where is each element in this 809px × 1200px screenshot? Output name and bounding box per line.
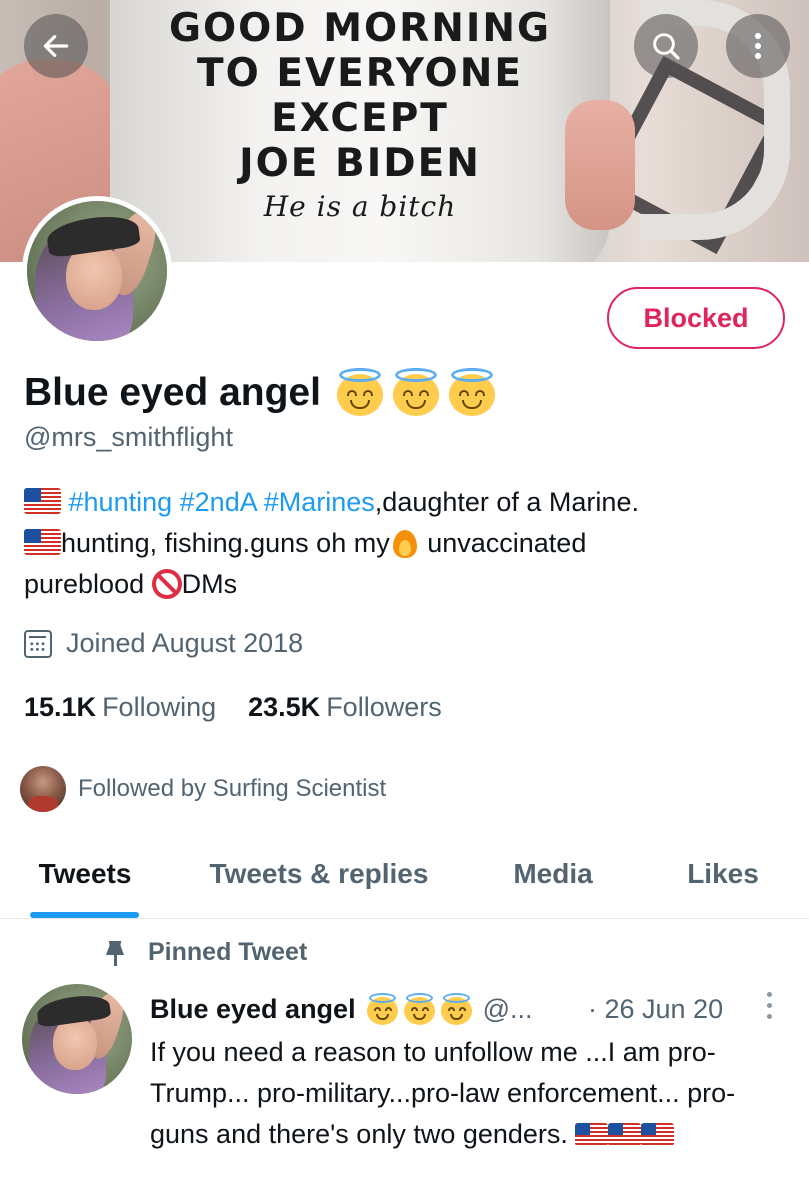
prohibited-icon: [151, 569, 182, 599]
profile-display-name: Blue eyed angel: [24, 366, 497, 420]
arrow-left-icon: [43, 35, 69, 57]
halo-emoji-icon: [335, 368, 385, 418]
mug-line: GOOD MORNING: [168, 6, 552, 51]
halo-emoji-icon: [403, 992, 436, 1026]
followers-label: Followers: [326, 692, 442, 722]
back-button[interactable]: [24, 14, 88, 78]
name-emojis: [335, 368, 497, 418]
tweet-name-emojis: [366, 992, 473, 1026]
followers-count: 23.5K: [248, 692, 321, 722]
follow-stats: 15.1K Following 23.5K Followers: [24, 692, 442, 723]
active-tab-indicator: [30, 912, 139, 918]
joined-text: Joined August 2018: [66, 628, 304, 658]
tweet-header: Blue eyed angel @... · 26 Jun 20: [150, 990, 790, 1028]
more-vertical-icon: [754, 32, 762, 60]
fire-icon: [390, 526, 420, 558]
more-button[interactable]: [726, 14, 790, 78]
search-button[interactable]: [634, 14, 698, 78]
us-flag-icon: [24, 488, 61, 514]
mug-line: JOE BIDEN: [239, 141, 481, 186]
avatar-image: [27, 201, 167, 341]
tab-tweets[interactable]: Tweets: [18, 830, 152, 918]
us-flag-icon: [568, 1119, 675, 1149]
avatar-image: [22, 984, 132, 1094]
hashtag-link[interactable]: #Marines: [264, 487, 375, 517]
tweet-author-name[interactable]: Blue eyed angel: [150, 994, 356, 1025]
halo-emoji-icon: [391, 368, 441, 418]
following-link[interactable]: 15.1K Following: [24, 692, 216, 723]
pin-icon: [104, 937, 126, 967]
followers-link[interactable]: 23.5K Followers: [248, 692, 442, 723]
tweet-text: If you need a reason to unfollow me ...I…: [150, 1032, 790, 1155]
pinned-text: Pinned Tweet: [148, 937, 308, 966]
tab-tweets-replies[interactable]: Tweets & replies: [186, 830, 452, 918]
search-icon: [653, 33, 680, 60]
bio-text: unvaccinated: [419, 528, 587, 558]
tweet-avatar[interactable]: [22, 984, 132, 1094]
joined-date: Joined August 2018: [24, 628, 303, 659]
us-flag-icon: [24, 529, 61, 555]
following-count: 15.1K: [24, 692, 97, 722]
display-name-text: Blue eyed angel: [24, 371, 321, 414]
mug-line: EXCEPT: [271, 96, 449, 141]
banner-mug-script: He is a bitch: [263, 190, 457, 223]
bio-text: DMs: [181, 569, 238, 599]
profile-handle: @mrs_smithflight: [24, 422, 233, 452]
tweet-date[interactable]: · 26 Jun 20: [588, 994, 723, 1025]
tab-likes[interactable]: Likes: [668, 830, 778, 918]
profile-bio: #hunting #2ndA #Marines,daughter of a Ma…: [24, 482, 794, 605]
followed-by[interactable]: Followed by Surfing Scientist: [20, 766, 386, 812]
following-label: Following: [102, 692, 217, 722]
bio-text: pureblood: [24, 569, 152, 599]
pinned-tweet-label: Pinned Tweet: [104, 937, 307, 967]
followed-by-text: Followed by Surfing Scientist: [78, 775, 387, 802]
tweet-more-icon[interactable]: [760, 990, 780, 1022]
blocked-button[interactable]: Blocked: [607, 287, 785, 349]
profile-avatar[interactable]: [22, 196, 172, 346]
halo-emoji-icon: [447, 368, 497, 418]
halo-emoji-icon: [366, 992, 399, 1026]
hashtag-link[interactable]: #2ndA: [180, 487, 257, 517]
halo-emoji-icon: [440, 992, 473, 1026]
tweet-author-handle[interactable]: @...: [483, 994, 533, 1025]
banner-mug-text: GOOD MORNING TO EVERYONE EXCEPT JOE BIDE…: [110, 6, 610, 186]
profile-tabs: Tweets Tweets & replies Media Likes: [0, 830, 809, 919]
calendar-icon: [24, 629, 52, 658]
follower-avatar: [20, 766, 66, 812]
tab-media[interactable]: Media: [490, 830, 616, 918]
hashtag-link[interactable]: #hunting: [69, 487, 173, 517]
bio-text: hunting, fishing.guns oh my: [61, 528, 390, 558]
mug-line: TO EVERYONE: [197, 51, 523, 96]
bio-text: ,daughter of a Marine.: [374, 487, 639, 517]
